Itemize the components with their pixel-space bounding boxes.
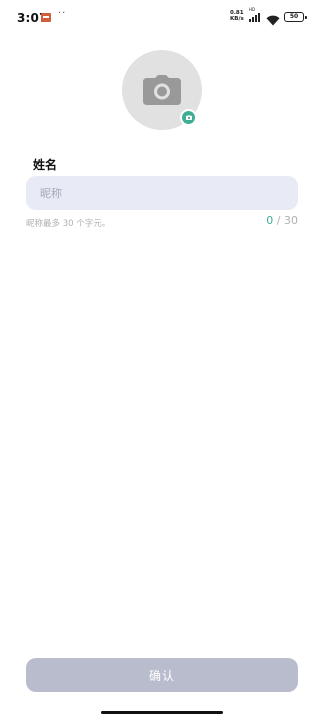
wifi-icon bbox=[266, 11, 280, 26]
status-dots: ·· bbox=[58, 8, 67, 19]
counter-max: 30 bbox=[284, 214, 298, 227]
network-speed: 0.81 KB/s bbox=[230, 10, 248, 22]
battery-level: 50 bbox=[289, 13, 299, 20]
camera-icon bbox=[185, 115, 192, 120]
change-photo-badge bbox=[182, 111, 195, 124]
counter-separator: / bbox=[273, 214, 284, 227]
character-counter: 0 / 30 bbox=[266, 214, 298, 227]
network-speed-value: 0.81 KB/s bbox=[230, 10, 244, 22]
home-indicator[interactable] bbox=[101, 711, 223, 714]
nickname-hint: 昵称最多 30 个字元。 bbox=[26, 219, 111, 229]
battery-icon: 50 bbox=[284, 12, 307, 22]
status-bar: 3:07 ·· 0.81 KB/s HD 50 bbox=[0, 0, 324, 34]
change-photo-button[interactable] bbox=[180, 109, 197, 126]
signal-icon bbox=[249, 12, 263, 22]
confirm-button[interactable]: 确认 bbox=[26, 658, 298, 692]
notification-app-icon bbox=[41, 13, 51, 22]
camera-icon bbox=[143, 75, 181, 105]
name-input[interactable] bbox=[26, 176, 298, 210]
name-label: 姓名 bbox=[33, 158, 58, 172]
